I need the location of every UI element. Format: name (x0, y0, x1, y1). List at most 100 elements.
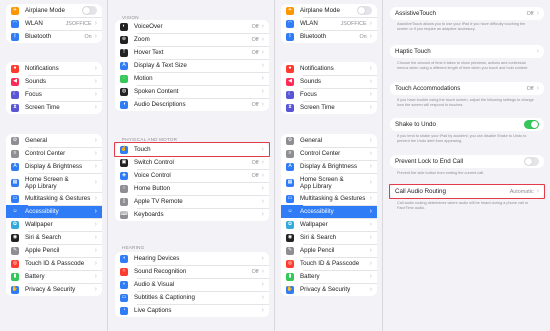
row-touch-id-and-passcode[interactable]: ◎ Touch ID & Passcode › (6, 257, 102, 270)
hourglass-icon: ⧗ (11, 103, 19, 112)
audio-visual-icon: ◗ (120, 280, 128, 289)
row-display-and-text-size[interactable]: A Display & Text Size › (115, 59, 269, 72)
row-focus[interactable]: ☾ Focus › (281, 88, 377, 101)
row-label: Sound Recognition (134, 268, 187, 275)
row-sounds[interactable]: ◀ Sounds › (6, 75, 102, 88)
row-home-screen-and-app-library[interactable]: ▦ Home Screen & App Library › (281, 173, 377, 192)
prevent-lock-toggle[interactable] (524, 157, 539, 166)
row-apple-pencil[interactable]: ✎ Apple Pencil › (6, 244, 102, 257)
row-airplane-mode: ✈ Airplane Mode (6, 4, 102, 17)
row-touch[interactable]: ☝ Touch › (115, 143, 269, 156)
row-live-captions[interactable]: ◔ Live Captions › (115, 304, 269, 317)
row-screen-time[interactable]: ⧗ Screen Time › (281, 101, 377, 114)
airplane-mode-toggle[interactable] (357, 6, 372, 15)
row-label: Display & Brightness (25, 163, 83, 170)
row-bluetooth[interactable]: ᛒ Bluetooth On › (6, 30, 102, 43)
row-privacy-and-security[interactable]: ✋ Privacy & Security › (6, 283, 102, 296)
row-label: Accessibility (300, 208, 334, 215)
row-hover-text[interactable]: T Hover Text Off › (115, 46, 269, 59)
row-sounds[interactable]: ◀ Sounds › (281, 75, 377, 88)
home-button-icon: ○ (120, 184, 128, 193)
row-display-and-brightness[interactable]: A Display & Brightness › (281, 160, 377, 173)
multitask-icon: ▭ (11, 194, 19, 203)
row-notifications[interactable]: ● Notifications › (281, 62, 377, 75)
row-apple-pencil[interactable]: ✎ Apple Pencil › (281, 244, 377, 257)
row-multitasking-and-gestures[interactable]: ▭ Multitasking & Gestures › (281, 192, 377, 205)
touch-icon: ☝ (120, 145, 128, 154)
siri-icon: ◉ (286, 233, 294, 242)
row-home-button[interactable]: ○ Home Button › (115, 182, 269, 195)
row-wallpaper[interactable]: ✿ Wallpaper › (6, 218, 102, 231)
row-label: Touch ID & Passcode (25, 260, 85, 267)
airplane-mode-toggle[interactable] (82, 6, 97, 15)
row-accessibility[interactable]: ☺ Accessibility › (6, 205, 102, 218)
row-siri-and-search[interactable]: ◉ Siri & Search › (281, 231, 377, 244)
row-switch-control[interactable]: ▣ Switch Control Off › (115, 156, 269, 169)
chevron-right-icon: › (369, 150, 372, 157)
haptic-touch-footer: Choose the amount of time it takes to sh… (397, 61, 529, 70)
motion-icon: ◌ (120, 74, 128, 83)
row-motion[interactable]: ◌ Motion › (115, 72, 269, 85)
row-apple-tv-remote[interactable]: ▯ Apple TV Remote › (115, 195, 269, 208)
row-label: Display & Text Size (134, 62, 187, 69)
row-display-and-brightness[interactable]: A Display & Brightness › (6, 160, 102, 173)
touch-accommodations-row[interactable]: Touch Accommodations Off › (390, 82, 544, 95)
row-hearing-devices[interactable]: ◖ Hearing Devices › (115, 252, 269, 265)
row-subtitles-and-captioning[interactable]: ▭ Subtitles & Captioning › (115, 291, 269, 304)
aa-icon: A (286, 162, 294, 171)
row-accessibility[interactable]: ☺ Accessibility › (281, 205, 377, 218)
row-label: Bluetooth (25, 33, 52, 40)
moon-icon: ☾ (286, 90, 294, 99)
row-control-center[interactable]: ≡ Control Center › (6, 147, 102, 160)
chevron-right-icon: › (536, 85, 539, 92)
row-wlan[interactable]: ◠ WLAN JSOFFICE › (281, 17, 377, 30)
haptic-touch-row[interactable]: Haptic Touch › (390, 45, 544, 58)
flower-icon: ✿ (11, 220, 19, 229)
row-value: On (359, 33, 367, 40)
row-sound-recognition[interactable]: ≈ Sound Recognition Off › (115, 265, 269, 278)
row-wlan[interactable]: ◠ WLAN JSOFFICE › (6, 17, 102, 30)
chevron-right-icon: › (261, 294, 264, 301)
shake-to-undo-footer: If you tend to shake your iPad by accide… (397, 134, 527, 143)
call-audio-routing-row[interactable]: Call Audio Routing Automatic › (390, 185, 544, 198)
zoom-icon: ⊕ (120, 35, 128, 44)
row-battery[interactable]: ▮ Battery › (6, 270, 102, 283)
row-general[interactable]: ⚙ General › (281, 134, 377, 147)
row-wallpaper[interactable]: ✿ Wallpaper › (281, 218, 377, 231)
chevron-right-icon: › (261, 75, 264, 82)
chevron-right-icon: › (261, 159, 264, 166)
row-touch-id-and-passcode[interactable]: ◎ Touch ID & Passcode › (281, 257, 377, 270)
row-screen-time[interactable]: ⧗ Screen Time › (6, 101, 102, 114)
fingerprint-icon: ◎ (11, 259, 19, 268)
row-zoom[interactable]: ⊕ Zoom Off › (115, 33, 269, 46)
row-voiceover[interactable]: ◐ VoiceOver Off › (115, 20, 269, 33)
assistive-touch-row[interactable]: AssistiveTouch Off › (390, 7, 544, 20)
row-siri-and-search[interactable]: ◉ Siri & Search › (6, 231, 102, 244)
row-voice-control[interactable]: ◈ Voice Control Off › (115, 169, 269, 182)
row-audio-descriptions[interactable]: ◑ Audio Descriptions Off › (115, 98, 269, 111)
shake-to-undo-row: Shake to Undo (390, 118, 544, 131)
chevron-right-icon: › (94, 195, 97, 202)
row-spoken-content[interactable]: ◍ Spoken Content › (115, 85, 269, 98)
row-home-screen-and-app-library[interactable]: ▦ Home Screen & App Library › (6, 173, 102, 192)
row-bluetooth[interactable]: ᛒ Bluetooth On › (281, 30, 377, 43)
row-audio-and-visual[interactable]: ◗ Audio & Visual › (115, 278, 269, 291)
prevent-lock-footer: Prevent the side button from ending the … (397, 171, 485, 175)
row-battery[interactable]: ▮ Battery › (281, 270, 377, 283)
shake-to-undo-toggle[interactable] (524, 120, 539, 129)
row-label: General (25, 137, 48, 144)
multitask-icon: ▭ (286, 194, 294, 203)
touch-accommodations-footer: If you have trouble using the touch scre… (397, 98, 534, 107)
row-control-center[interactable]: ≡ Control Center › (281, 147, 377, 160)
battery-icon: ▮ (286, 272, 294, 281)
row-privacy-and-security[interactable]: ✋ Privacy & Security › (281, 283, 377, 296)
row-notifications[interactable]: ● Notifications › (6, 62, 102, 75)
row-keyboards[interactable]: ⌨ Keyboards › (115, 208, 269, 221)
row-multitasking-and-gestures[interactable]: ▭ Multitasking & Gestures › (6, 192, 102, 205)
gear-icon: ⚙ (286, 136, 294, 145)
row-focus[interactable]: ☾ Focus › (6, 88, 102, 101)
row-general[interactable]: ⚙ General › (6, 134, 102, 147)
section-header-hearing: HEARING (122, 245, 145, 250)
chevron-right-icon: › (94, 163, 97, 170)
chevron-right-icon: › (369, 137, 372, 144)
